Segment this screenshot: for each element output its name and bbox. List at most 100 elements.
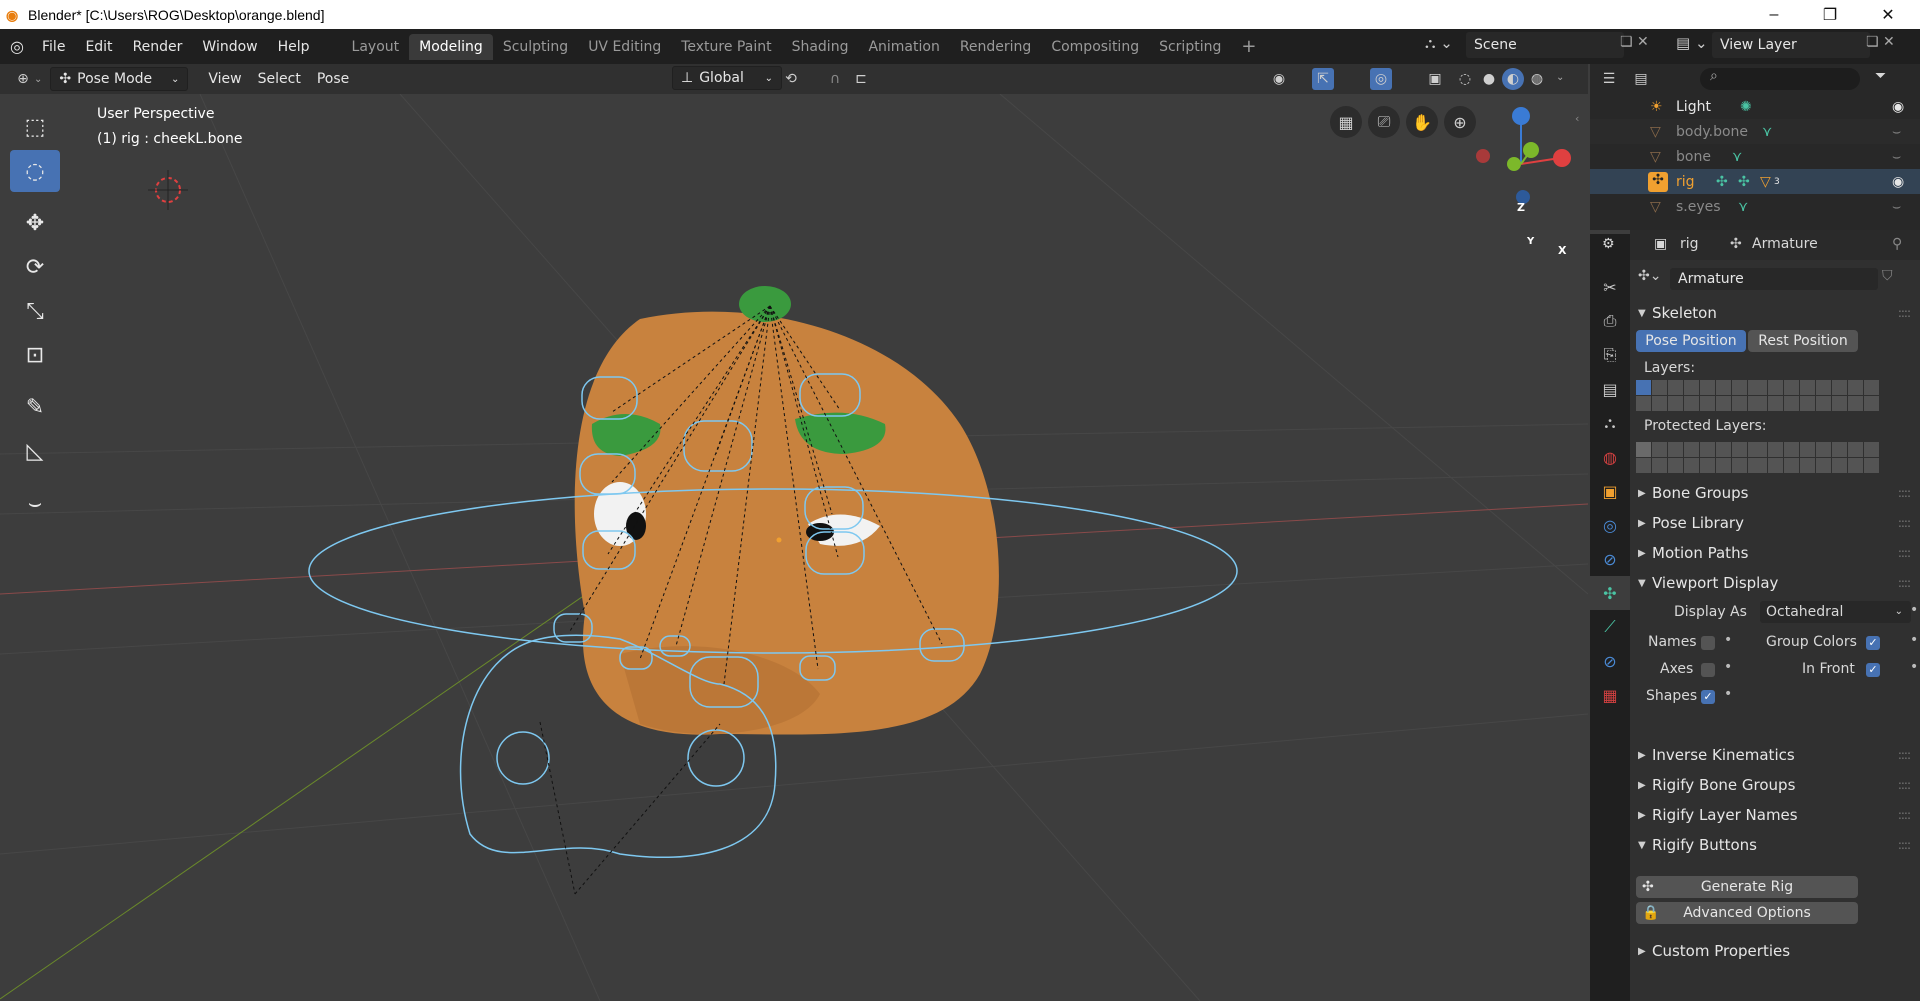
overlay-toggle-icon[interactable]: ◎ [1370,68,1392,90]
rigify-bone-groups-panel-header[interactable]: ▶ Rigify Bone Groups :::: [1630,770,1920,800]
outliner-search-input[interactable]: ⌕ [1700,68,1860,90]
wireframe-shading-icon[interactable]: ◌ [1454,68,1476,90]
menu-view[interactable]: View [200,68,249,90]
outliner-row-s-eyes[interactable]: ▽ s.eyes ⋎ ⌣ [1590,194,1920,219]
eye-closed-icon[interactable]: ⌣ [1892,124,1901,140]
layers-grid-right[interactable] [1752,380,1879,411]
eye-icon[interactable]: ◉ [1892,99,1904,115]
toggle-ortho-grid-icon[interactable]: ▦ [1330,106,1362,138]
viewport-display-panel-header[interactable]: ▼ Viewport Display :::: [1630,568,1920,598]
pan-hand-icon[interactable]: ✋ [1406,106,1438,138]
tab-animation[interactable]: Animation [858,34,949,60]
menu-help[interactable]: Help [268,39,320,55]
tab-modeling[interactable]: Modeling [409,33,493,60]
texture-tab-icon[interactable]: ▦ [1590,678,1630,712]
transform-tool-icon[interactable]: ⊡ [10,334,60,376]
pin-icon[interactable]: ⚲ [1892,236,1902,252]
rigify-layer-names-panel-header[interactable]: ▶ Rigify Layer Names :::: [1630,800,1920,830]
annotate-tool-icon[interactable]: ✎ [10,386,60,428]
shading-options-chevron-icon[interactable]: ⌄ [1556,72,1564,83]
restore-button[interactable]: ❐ [1802,0,1858,29]
menu-file[interactable]: File [32,39,75,55]
skeleton-panel-header[interactable]: ▼ Skeleton :::: [1630,298,1920,328]
properties-editor-type-icon[interactable]: ⚙ [1602,236,1615,252]
output-tab-icon[interactable]: ⎘ [1590,338,1630,372]
protected-layers-grid-right[interactable] [1752,442,1879,473]
custom-properties-panel-header[interactable]: ▶ Custom Properties [1630,936,1920,966]
outliner-row-light[interactable]: ☀ Light ✺ ◉ [1590,94,1920,119]
close-button[interactable]: ✕ [1860,0,1916,29]
menu-render[interactable]: Render [123,39,193,55]
menu-edit[interactable]: Edit [75,39,122,55]
material-shading-icon[interactable]: ◐ [1502,68,1524,90]
generate-rig-button[interactable]: ✣ Generate Rig [1636,876,1858,898]
outliner-row-rig[interactable]: ✣ rig ✣ ✣ ▽ 3 ◉ [1590,169,1920,194]
outliner-row-bone[interactable]: ▽ bone ⋎ ⌣ [1590,144,1920,169]
render-tab-icon[interactable]: ⎙ [1590,304,1630,338]
xray-icon[interactable]: ▣ [1424,68,1446,90]
modifier-tab-icon[interactable]: ◎ [1590,508,1630,542]
view-layer-new-icon[interactable]: ❏ ✕ [1866,34,1895,50]
tab-texture-paint[interactable]: Texture Paint [671,34,781,60]
scale-tool-icon[interactable]: ⤡ [10,290,60,332]
tab-shading[interactable]: Shading [782,34,859,60]
3d-viewport[interactable]: Z X Y User Perspective (1) rig : cheekL.… [0,94,1588,1001]
tab-uv-editing[interactable]: UV Editing [578,34,671,60]
eye-icon[interactable]: ◉ [1892,174,1904,190]
move-tool-icon[interactable]: ✥ [10,202,60,244]
keyframe-dot-icon[interactable]: • [1910,632,1918,648]
camera-view-icon[interactable]: ⎚ [1368,106,1400,138]
snap-icon[interactable]: ∩ [824,68,846,90]
constraint-tab-icon[interactable]: ⊘ [1590,542,1630,576]
inverse-kinematics-panel-header[interactable]: ▶ Inverse Kinematics :::: [1630,740,1920,770]
drag-handle-icon[interactable]: :::: [1898,748,1911,762]
keyframe-dot-icon[interactable]: • [1724,632,1732,648]
drag-handle-icon[interactable]: :::: [1898,778,1911,792]
navigation-gizmo[interactable] [1476,107,1571,204]
world-tab-icon[interactable]: ◍ [1590,440,1630,474]
keyframe-dot-icon[interactable]: • [1724,686,1732,702]
eye-closed-icon[interactable]: ⌣ [1892,199,1901,215]
drag-handle-icon[interactable]: :::: [1898,306,1911,320]
visibility-icon[interactable]: ◉ [1268,68,1290,90]
drag-handle-icon[interactable]: :::: [1898,808,1911,822]
names-checkbox[interactable] [1701,636,1715,650]
pose-library-panel-header[interactable]: ▶ Pose Library :::: [1630,508,1920,538]
3d-cursor-icon[interactable] [148,170,188,210]
display-as-dropdown[interactable]: Octahedral ⌄ [1760,601,1911,623]
protected-layers-grid-left[interactable] [1636,442,1763,473]
select-circle-tool-icon[interactable]: ◌ [10,150,60,192]
tab-scripting[interactable]: Scripting [1149,34,1231,60]
tab-rendering[interactable]: Rendering [950,34,1042,60]
solid-shading-icon[interactable]: ● [1478,68,1500,90]
armature-browse-icon[interactable]: ✣⌄ [1638,268,1668,290]
outliner-row-body-bone[interactable]: ▽ body.bone ⋎ ⌣ [1590,119,1920,144]
eye-closed-icon[interactable]: ⌣ [1892,149,1901,165]
drag-handle-icon[interactable]: :::: [1898,576,1911,590]
keyframe-dot-icon[interactable]: • [1910,659,1918,675]
mode-selector[interactable]: ✣ Pose Mode ⌄ [50,67,189,91]
rotate-tool-icon[interactable]: ⟳ [10,246,60,288]
layers-grid-left[interactable] [1636,380,1763,411]
select-box-tool-icon[interactable]: ⬚ [10,106,60,148]
transform-orientation-dropdown[interactable]: ⊥ Global ⌄ [672,66,782,90]
menu-select[interactable]: Select [250,68,309,90]
bone-groups-panel-header[interactable]: ▶ Bone Groups :::: [1630,478,1920,508]
armature-name-field[interactable]: Armature [1670,268,1878,290]
menu-window[interactable]: Window [192,39,267,55]
scene-browse-icon[interactable]: ⛬ ⌄ [1425,34,1465,58]
zoom-icon[interactable]: ⊕ [1444,106,1476,138]
tab-compositing[interactable]: Compositing [1041,34,1149,60]
bone-constraint-tab-icon[interactable]: ⊘ [1590,644,1630,678]
minimize-button[interactable]: – [1746,0,1802,29]
snap-target-icon[interactable]: ⊏ [850,68,872,90]
filter-icon[interactable]: ⏷ [1875,68,1886,84]
drag-handle-icon[interactable]: :::: [1898,486,1911,500]
pose-position-button[interactable]: Pose Position [1636,330,1746,352]
editor-type-icon[interactable]: ⊕ [12,68,34,90]
drag-handle-icon[interactable]: :::: [1898,516,1911,530]
scene-field[interactable]: Scene [1466,32,1624,58]
scene-new-icon[interactable]: ❏ ✕ [1620,34,1649,50]
motion-paths-panel-header[interactable]: ▶ Motion Paths :::: [1630,538,1920,568]
pivot-point-icon[interactable]: ⟲ [780,68,802,90]
